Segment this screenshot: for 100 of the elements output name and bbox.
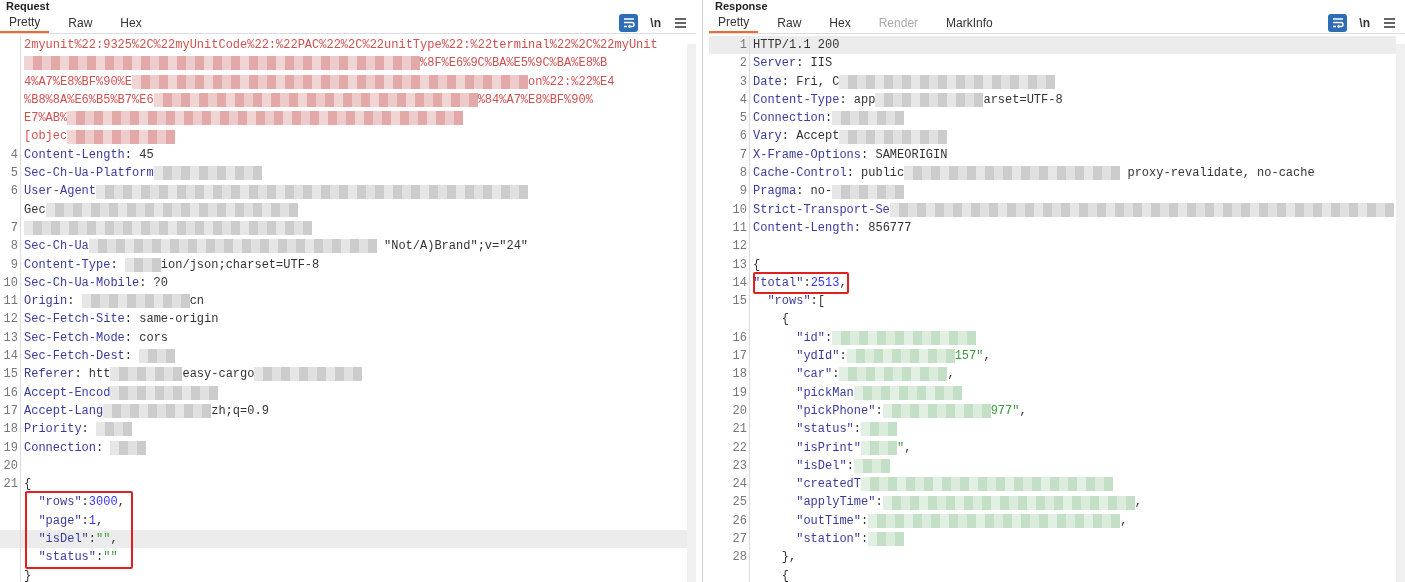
encoded-text: [objec — [24, 128, 68, 146]
line-number: 17 — [3, 402, 18, 420]
line-number: 10 — [3, 274, 18, 292]
wrap-toggle-button[interactable] — [619, 13, 639, 32]
code-text: : — [81, 494, 89, 512]
view-tab[interactable]: MarkInfo — [937, 12, 1002, 33]
wrap-toggle-button[interactable] — [1328, 13, 1348, 32]
code-text: : htt — [74, 366, 111, 384]
panel-title: Response — [715, 0, 768, 12]
code-text: , — [947, 366, 955, 384]
code-text: , — [110, 531, 118, 548]
code-text: { — [780, 311, 789, 329]
line-number: 25 — [732, 494, 747, 512]
code-text: "Not/A)Brand";v="24" — [383, 238, 529, 256]
header-name: X-Frame-Options — [753, 146, 862, 164]
newline-toggle-button[interactable]: \n — [650, 13, 661, 32]
encoded-text: %84%A7%E8%BF%90% — [477, 91, 593, 109]
code-text: : no- — [796, 183, 833, 201]
view-tab[interactable]: Raw — [768, 12, 811, 33]
code-text: : — [81, 421, 90, 439]
header-name: "applyTime" — [795, 494, 876, 512]
header-name: Sec-Ch-Ua-Mobile — [24, 274, 140, 292]
encoded-text: E7%AB% — [24, 110, 68, 128]
code-text: Gec — [24, 201, 46, 219]
code-text: : — [832, 366, 840, 384]
line-number: 9 — [10, 256, 18, 274]
encoded-text: %8F%E6%9C%BA%E5%9C%BA%E8%B — [420, 55, 608, 73]
code-text: : — [96, 439, 105, 457]
line-number: 26 — [732, 512, 747, 530]
string-value: 977" — [990, 402, 1020, 420]
code-text: }, — [780, 549, 797, 567]
line-number: 14 — [3, 348, 18, 366]
header-name: "status" — [795, 421, 854, 439]
line-number: 8 — [10, 238, 18, 256]
line-number: 19 — [3, 439, 18, 457]
line-number: 27 — [732, 531, 747, 548]
line-number: 7 — [10, 219, 18, 237]
header-name: Pragma — [753, 183, 797, 201]
header-name: "isDel" — [795, 457, 847, 475]
newline-toggle-button[interactable]: \n — [1359, 13, 1370, 32]
menu-icon[interactable] — [675, 17, 686, 28]
header-name: "status" — [37, 549, 96, 567]
header-name: User-Agent — [24, 183, 96, 201]
code-text: : — [875, 402, 883, 420]
string-value: 157" — [954, 348, 984, 366]
header-name: Connection — [753, 110, 825, 128]
code-text: , — [1120, 512, 1128, 530]
code-text: : cors — [124, 329, 169, 347]
line-number: 19 — [732, 384, 747, 402]
header-name: "rows" — [37, 494, 82, 512]
code-text: { — [780, 567, 789, 582]
line-number: 18 — [3, 421, 18, 439]
code-text: : — [853, 421, 862, 439]
header-name: Referer — [24, 366, 75, 384]
header-name: "page" — [37, 512, 82, 530]
string-value: " — [897, 439, 905, 457]
header-name: Content-Type — [24, 256, 111, 274]
line-number: 16 — [3, 384, 18, 402]
view-tab[interactable]: Raw — [59, 12, 102, 33]
header-name: Origin — [24, 293, 68, 311]
string-value: "" — [103, 549, 118, 567]
header-name: "rows" — [766, 293, 811, 311]
header-name: "station" — [795, 531, 862, 548]
code-text: : 856777 — [853, 219, 912, 237]
code-text: ion/json;charset=UTF-8 — [160, 256, 320, 274]
code-text: : Accept — [781, 128, 840, 146]
code-text: , — [839, 274, 847, 292]
code-text: { — [24, 476, 32, 494]
line-number: 3 — [739, 73, 747, 91]
text-wrap-icon — [622, 17, 635, 28]
view-tab[interactable]: Pretty — [0, 12, 50, 33]
code-text: : — [875, 494, 883, 512]
code-text: : ?0 — [139, 274, 169, 292]
view-tab[interactable]: Hex — [111, 12, 151, 33]
header-name: Strict-Transport-Se — [753, 201, 890, 219]
view-tab[interactable]: Pretty — [709, 12, 759, 33]
code-text: cn — [189, 293, 205, 311]
code-text: : IIS — [796, 55, 833, 73]
header-name: "pickMan — [795, 384, 854, 402]
line-number: 4 — [739, 91, 747, 109]
header-name: "car" — [795, 366, 833, 384]
header-name: Accept-Encod — [24, 384, 111, 402]
line-number: 17 — [732, 348, 747, 366]
line-number: 11 — [732, 219, 747, 237]
header-name: Sec-Fetch-Mode — [24, 329, 125, 347]
line-number: 2 — [739, 55, 747, 73]
header-name: Content-Type — [753, 91, 840, 109]
encoded-text: 2myunit%22:9325%2C%22myUnitCode%22:%22PAC%22%2C%22unitType%22:%22terminal%22%2C%22myUnit — [24, 37, 658, 54]
line-number: 13 — [732, 256, 747, 274]
view-tab[interactable]: Hex — [820, 12, 860, 33]
encoded-text: on%22:%22%E4 — [528, 73, 615, 91]
code-text: , — [1134, 494, 1142, 512]
code-text: : — [96, 549, 104, 567]
menu-icon[interactable] — [1384, 17, 1395, 28]
code-text: : public — [846, 165, 905, 183]
header-name: Server — [753, 55, 797, 73]
line-number: 20 — [732, 402, 747, 420]
header-name: Connection — [24, 439, 96, 457]
code-text: proxy-revalidate, no-cache — [1126, 165, 1315, 183]
header-name: "total" — [753, 274, 804, 292]
